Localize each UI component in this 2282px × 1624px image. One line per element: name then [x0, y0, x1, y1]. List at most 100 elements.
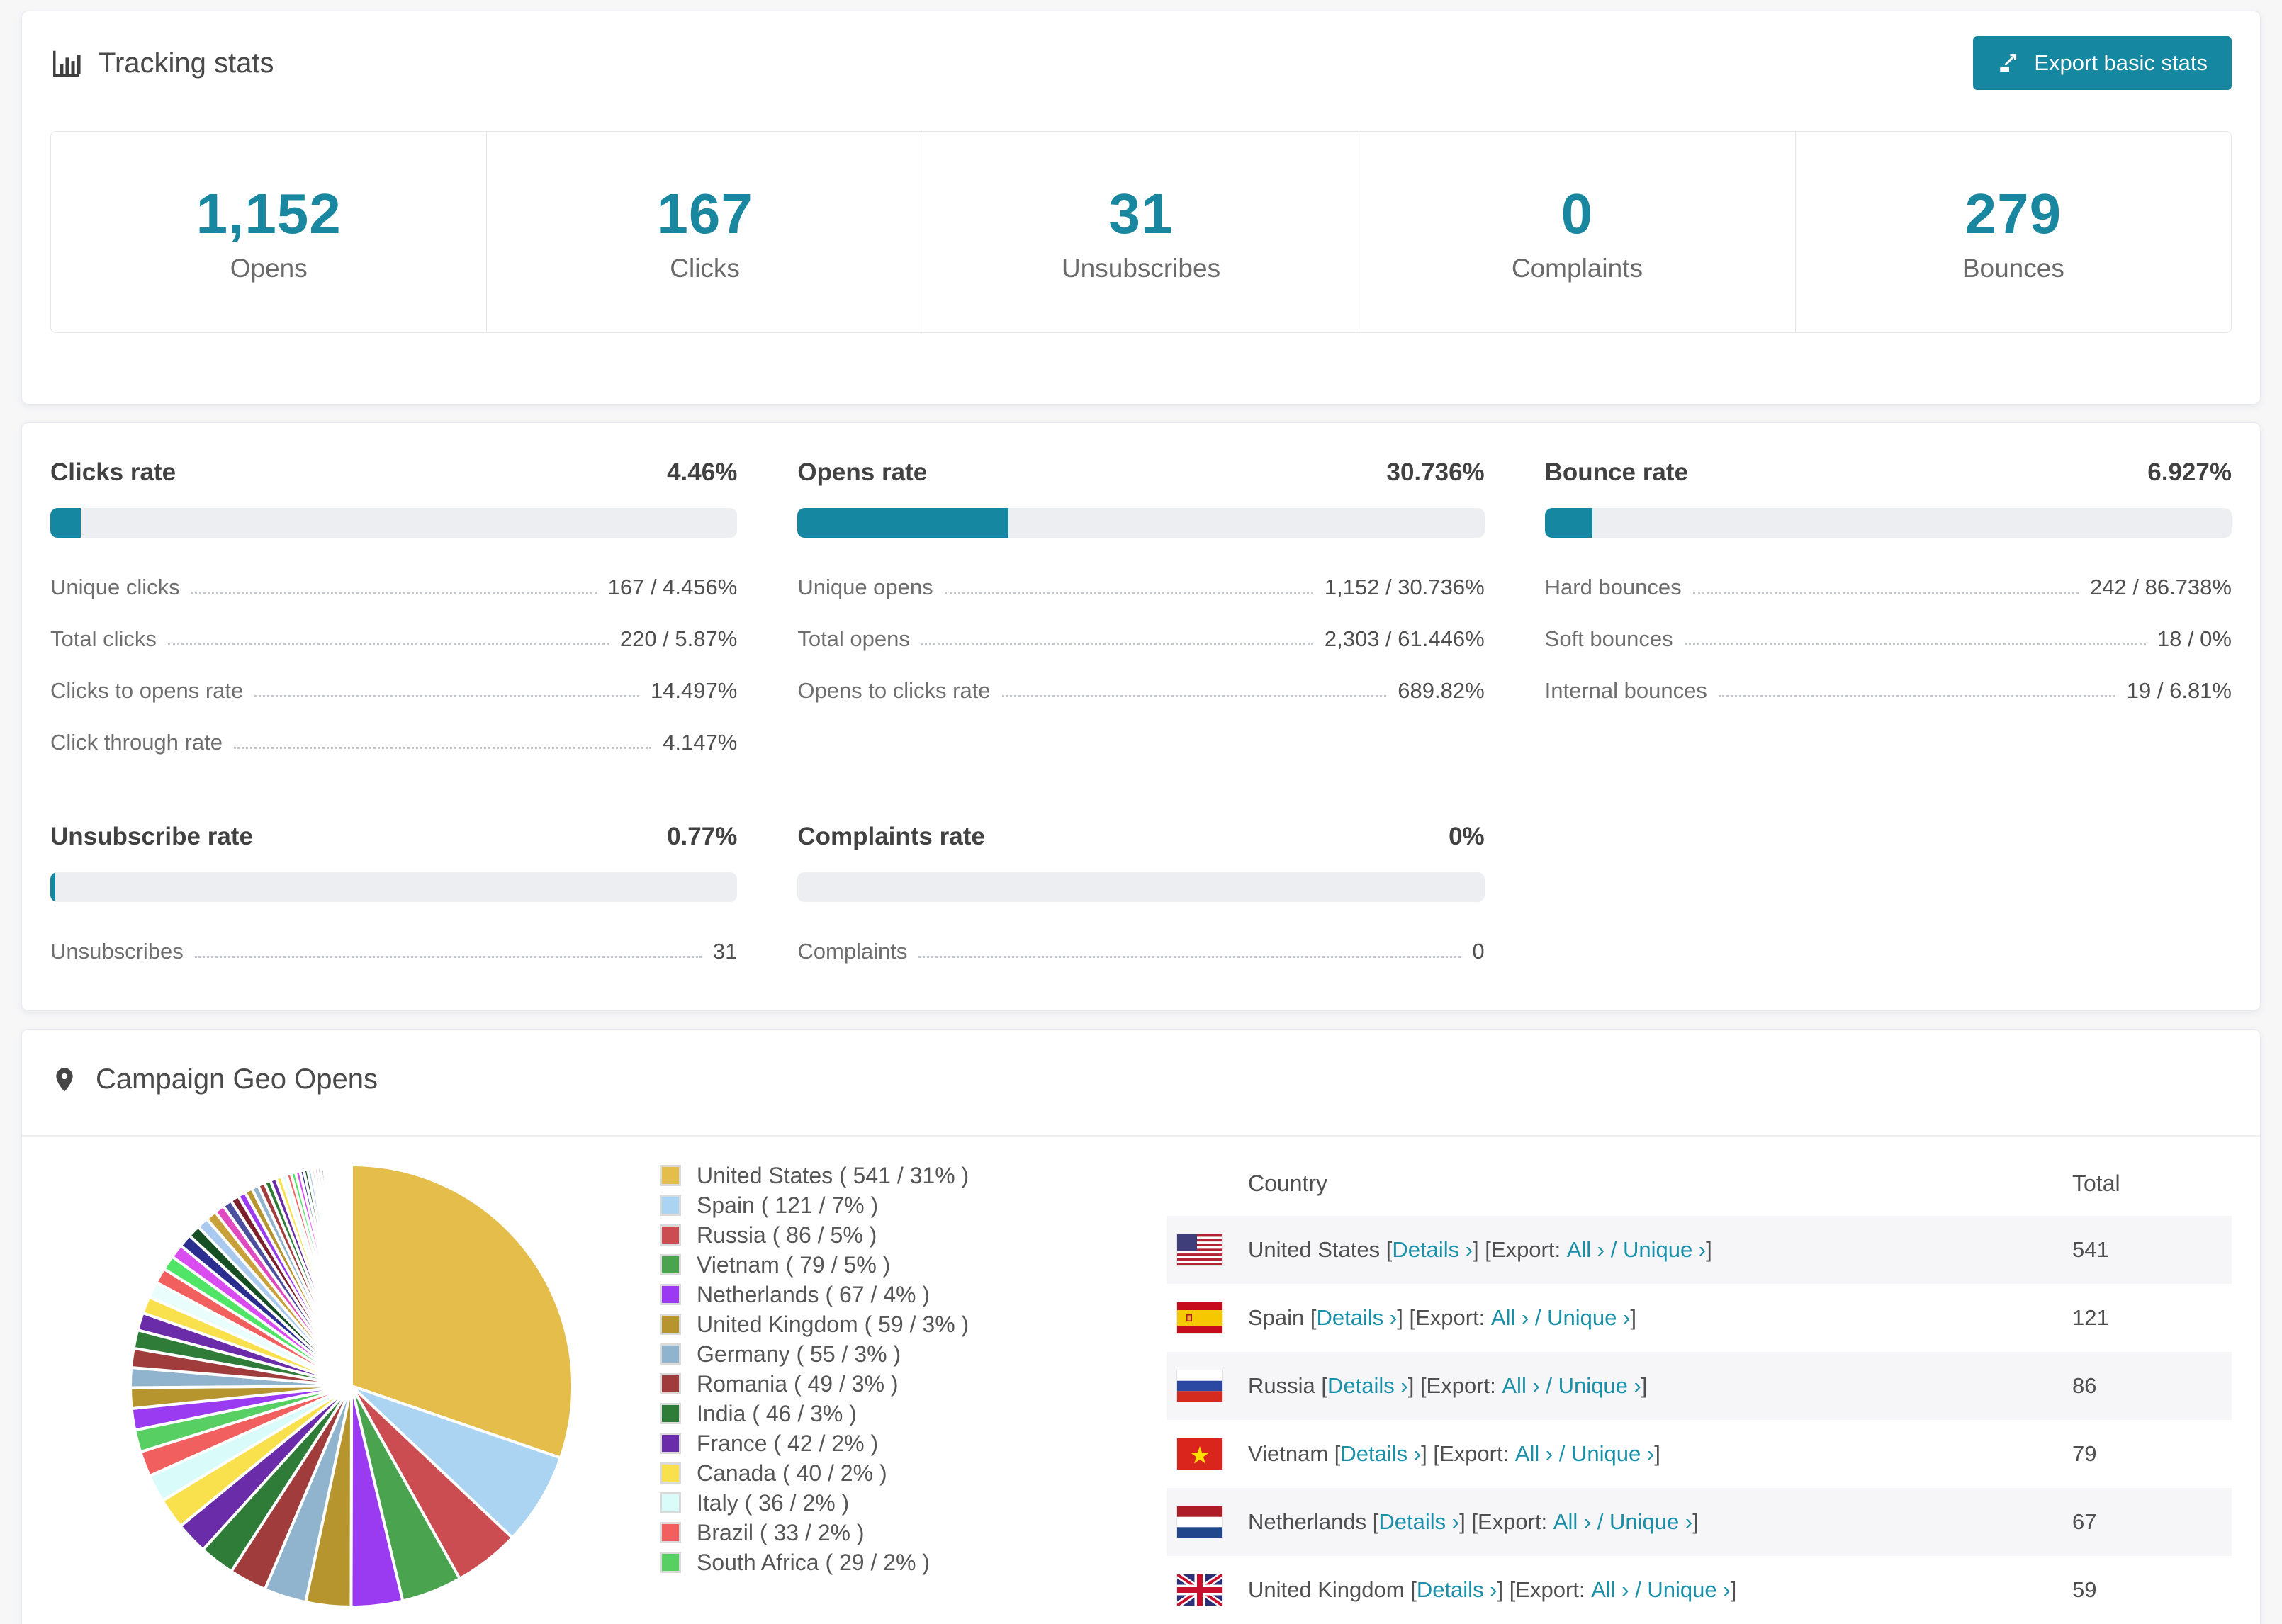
details-link[interactable]: Details › — [1392, 1237, 1473, 1263]
rate-title: Bounce rate — [1544, 458, 1688, 486]
details-link[interactable]: Details › — [1327, 1373, 1408, 1399]
export-all-link[interactable]: All › — [1553, 1509, 1597, 1535]
export-all-link[interactable]: All › — [1515, 1441, 1559, 1467]
tracking-stats-header: Tracking stats Export basic stats — [50, 36, 2232, 90]
legend-label: Netherlands ( 67 / 4% ) — [697, 1281, 931, 1307]
legend-item: Brazil ( 33 / 2% ) — [660, 1518, 1000, 1547]
flag-icon-ru — [1177, 1370, 1248, 1402]
export-all-link[interactable]: All › — [1491, 1305, 1535, 1331]
rate-detail-rows: Unique clicks 167 / 4.456% Total clicks 220… — [50, 575, 737, 755]
export-basic-stats-button[interactable]: Export basic stats — [1973, 36, 2232, 90]
dotted-leader — [918, 956, 1461, 958]
rates-grid: Clicks rate 4.46% Unique clicks 167 / 4.456… — [50, 458, 2232, 964]
rate-title: Opens rate — [797, 458, 928, 486]
detail-label: Complaints — [797, 939, 908, 964]
detail-row: Soft bounces 18 / 0% — [1545, 626, 2232, 652]
details-link[interactable]: Details › — [1340, 1441, 1421, 1467]
bracket: ] — [1641, 1373, 1648, 1398]
detail-row: Click through rate 4.147% — [50, 730, 737, 755]
export-icon — [1997, 51, 2021, 75]
legend-swatch — [660, 1462, 681, 1484]
progress-bar-fill — [50, 872, 56, 902]
export-unique-link[interactable]: Unique › — [1609, 1509, 1692, 1535]
legend-label: United Kingdom ( 59 / 3% ) — [697, 1311, 969, 1337]
progress-bar-fill — [1544, 508, 1592, 538]
total-cell: 121 — [2072, 1305, 2109, 1330]
slash-separator: / — [1534, 1305, 1548, 1330]
rate-block-clicks-rate: Clicks rate 4.46% Unique clicks 167 / 4.456… — [50, 458, 738, 755]
country-cell: Spain [Details ›] [Export: All › / Uniqu… — [1167, 1302, 2072, 1333]
detail-value: 689.82% — [1398, 678, 1485, 703]
bracket: ] — [1692, 1509, 1699, 1534]
export-all-link[interactable]: All › — [1567, 1237, 1611, 1263]
legend-swatch — [660, 1433, 681, 1454]
detail-label: Hard bounces — [1544, 575, 1682, 599]
legend-swatch — [660, 1552, 681, 1573]
detail-value: 4.147% — [663, 730, 738, 755]
flag-icon-es — [1177, 1302, 1248, 1333]
detail-label: Soft bounces — [1544, 626, 1673, 651]
progress-bar — [797, 508, 1485, 538]
stat-cell-opens: 1,152 Opens — [51, 132, 488, 332]
progress-bar-fill — [797, 508, 1009, 538]
bracket: [ — [1372, 1509, 1379, 1534]
export-all-link[interactable]: All › — [1502, 1373, 1546, 1399]
bracket: [ — [1321, 1373, 1327, 1398]
tracking-stats-title: Tracking stats — [50, 47, 274, 79]
export-all-link[interactable]: All › — [1591, 1577, 1635, 1603]
export-unique-link[interactable]: Unique › — [1558, 1373, 1641, 1399]
pie-slice-other-69[interactable] — [349, 1163, 353, 1387]
slash-separator: / — [1558, 1441, 1572, 1466]
rates-card: Clicks rate 4.46% Unique clicks 167 / 4.456… — [21, 422, 2261, 1011]
stat-label: Bounces — [1962, 253, 2064, 283]
rate-value: 6.927% — [2147, 458, 2232, 486]
export-unique-link[interactable]: Unique › — [1623, 1237, 1706, 1263]
stat-cell-bounces: 279 Bounces — [1796, 132, 2231, 332]
country-name: Russia — [1248, 1373, 1322, 1398]
detail-row: Clicks to opens rate 14.497% — [50, 678, 737, 704]
detail-value: 2,303 / 61.446% — [1324, 626, 1485, 651]
export-unique-link[interactable]: Unique › — [1547, 1305, 1630, 1331]
legend-swatch — [660, 1522, 681, 1543]
legend-label: Spain ( 121 / 7% ) — [697, 1192, 879, 1218]
country-name: United States — [1248, 1237, 1386, 1262]
legend-swatch — [660, 1284, 681, 1305]
stat-label: Complaints — [1511, 253, 1643, 283]
detail-row: Total opens 2,303 / 61.446% — [797, 626, 1484, 652]
stat-value: 279 — [1965, 181, 2062, 245]
export-prefix: [Export: — [1509, 1577, 1592, 1602]
legend-label: France ( 42 / 2% ) — [697, 1430, 879, 1456]
country-name: Spain — [1248, 1305, 1310, 1330]
dotted-leader — [194, 956, 702, 958]
details-link[interactable]: Details › — [1378, 1509, 1459, 1535]
geo-pie-chart[interactable] — [125, 1159, 578, 1613]
details-link[interactable]: Details › — [1417, 1577, 1497, 1603]
rate-block-opens-rate: Opens rate 30.736% Unique opens 1,152 / 30.… — [797, 458, 1485, 755]
geo-table-header: Country Total — [1167, 1151, 2232, 1216]
slash-separator: / — [1635, 1577, 1648, 1602]
rate-value: 0.77% — [667, 823, 738, 850]
detail-value: 18 / 0% — [2157, 626, 2232, 651]
stat-cell-complaints: 0 Complaints — [1359, 132, 1796, 332]
campaign-geo-opens-card: Campaign Geo Opens United States ( 541 /… — [21, 1029, 2261, 1624]
detail-label: Total opens — [797, 626, 910, 651]
dotted-leader — [1718, 695, 2115, 697]
export-prefix: [Export: — [1471, 1509, 1553, 1534]
details-link[interactable]: Details › — [1317, 1305, 1398, 1331]
legend-item: France ( 42 / 2% ) — [660, 1428, 1000, 1458]
legend-item: Vietnam ( 79 / 5% ) — [660, 1250, 1000, 1280]
legend-item: Netherlands ( 67 / 4% ) — [660, 1280, 1000, 1309]
export-prefix: [Export: — [1485, 1237, 1567, 1262]
stat-value: 0 — [1561, 181, 1594, 245]
detail-label: Unsubscribes — [50, 939, 184, 964]
rate-detail-rows: Hard bounces 242 / 86.738% Soft bounces 18 … — [1545, 575, 2232, 704]
bracket: ] — [1730, 1577, 1737, 1602]
export-unique-link[interactable]: Unique › — [1571, 1441, 1654, 1467]
stat-label: Unsubscribes — [1061, 253, 1221, 283]
bar-chart-icon — [50, 47, 83, 79]
export-unique-link[interactable]: Unique › — [1647, 1577, 1730, 1603]
bracket: ] — [1473, 1237, 1485, 1262]
bracket: ] — [1459, 1509, 1472, 1534]
detail-value: 1,152 / 30.736% — [1324, 575, 1485, 599]
slash-separator: / — [1610, 1237, 1623, 1262]
